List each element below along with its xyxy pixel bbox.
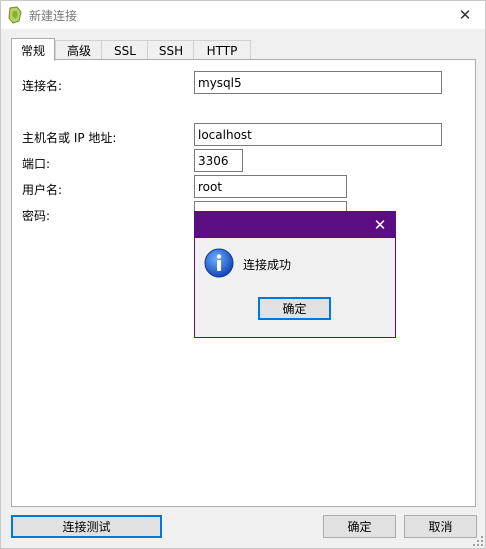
tab-label: 高级	[66, 44, 91, 58]
tab-general[interactable]: 常规	[11, 38, 55, 61]
port-label: 端口:	[22, 157, 51, 171]
message-box-close-button[interactable]: ✕	[365, 212, 395, 238]
user-input[interactable]: root	[194, 175, 347, 198]
cancel-button[interactable]: 取消	[404, 515, 477, 538]
tab-ssl[interactable]: SSL	[101, 40, 149, 60]
tab-advanced[interactable]: 高级	[55, 40, 103, 60]
close-icon: ✕	[373, 216, 387, 234]
button-label: 取消	[428, 520, 453, 534]
password-label: 密码:	[22, 209, 51, 223]
success-message-box: ✕ 连接成功 确定	[194, 211, 396, 338]
user-label: 用户名:	[22, 183, 63, 197]
ok-button[interactable]: 确定	[323, 515, 396, 538]
close-icon: ✕	[458, 6, 472, 24]
app-icon	[8, 6, 22, 24]
host-input[interactable]: localhost	[194, 123, 442, 146]
new-connection-window: 新建连接 ✕ 常规 高级 SSL SSH HTTP 连接名: mysql5 主机…	[0, 0, 486, 549]
tab-label: 常规	[20, 43, 45, 58]
port-input[interactable]: 3306	[194, 149, 243, 172]
title-bar[interactable]: 新建连接 ✕	[1, 1, 485, 29]
test-connection-button[interactable]: 连接测试	[11, 515, 162, 538]
button-label: 确定	[282, 302, 307, 316]
tab-ssh[interactable]: SSH	[147, 40, 195, 60]
resize-grip-icon[interactable]	[473, 536, 483, 546]
tab-http[interactable]: HTTP	[193, 40, 251, 60]
tab-label: SSL	[114, 43, 136, 58]
message-box-ok-button[interactable]: 确定	[258, 297, 331, 320]
button-label: 确定	[347, 520, 372, 534]
host-label: 主机名或 IP 地址:	[22, 131, 117, 145]
button-label: 连接测试	[62, 520, 111, 534]
window-close-button[interactable]: ✕	[445, 1, 485, 29]
tab-label: SSH	[158, 43, 184, 58]
window-title: 新建连接	[29, 9, 78, 23]
connection-name-label: 连接名:	[22, 79, 63, 93]
message-text: 连接成功	[243, 258, 292, 272]
info-icon	[204, 248, 234, 278]
connection-name-input[interactable]: mysql5	[194, 71, 442, 94]
tab-label: HTTP	[206, 43, 238, 58]
message-box-title-bar[interactable]: ✕	[195, 212, 395, 238]
